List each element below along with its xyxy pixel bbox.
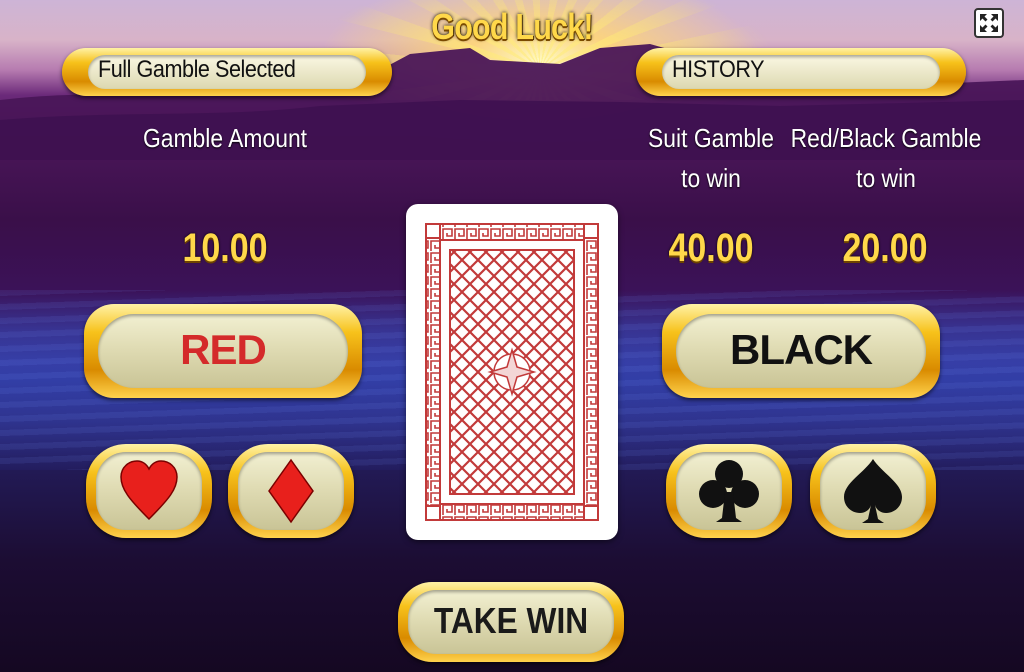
black-button[interactable]: BLACK	[662, 304, 940, 398]
history-label: HISTORY	[672, 56, 765, 83]
gamble-mode-bar: Full Gamble Selected	[62, 48, 392, 96]
history-bar[interactable]: HISTORY	[636, 48, 966, 96]
black-button-label: BLACK	[730, 326, 873, 373]
spades-button[interactable]	[810, 444, 936, 538]
card-back-pattern	[425, 223, 599, 521]
redblack-gamble-value: 20.00	[842, 226, 928, 270]
red-button[interactable]: RED	[84, 304, 362, 398]
page-title: Good Luck!	[431, 6, 593, 47]
gamble-amount-label: Gamble Amount	[142, 123, 308, 153]
hearts-button[interactable]	[86, 444, 212, 538]
take-win-button[interactable]: TAKE WIN	[398, 582, 624, 662]
hearts-icon	[120, 460, 178, 521]
red-button-label: RED	[180, 326, 267, 373]
spades-icon	[844, 459, 902, 523]
suit-gamble-value: 40.00	[668, 226, 754, 270]
clubs-button[interactable]	[666, 444, 792, 538]
clubs-icon	[699, 460, 759, 522]
diamonds-button[interactable]	[228, 444, 354, 538]
take-win-label: TAKE WIN	[433, 600, 589, 641]
suit-gamble-label-line1: Suit Gamble	[648, 123, 774, 153]
fullscreen-button[interactable]	[974, 8, 1004, 38]
diamonds-icon	[268, 458, 314, 524]
suit-gamble-label-line2: to win	[681, 163, 741, 193]
gamble-amount-value: 10.00	[182, 226, 268, 270]
gamble-mode-label: Full Gamble Selected	[98, 56, 296, 83]
face-down-card	[406, 204, 618, 540]
fullscreen-icon	[980, 14, 998, 32]
redblack-gamble-label-line2: to win	[856, 163, 916, 193]
redblack-gamble-label-line1: Red/Black Gamble	[790, 123, 982, 153]
